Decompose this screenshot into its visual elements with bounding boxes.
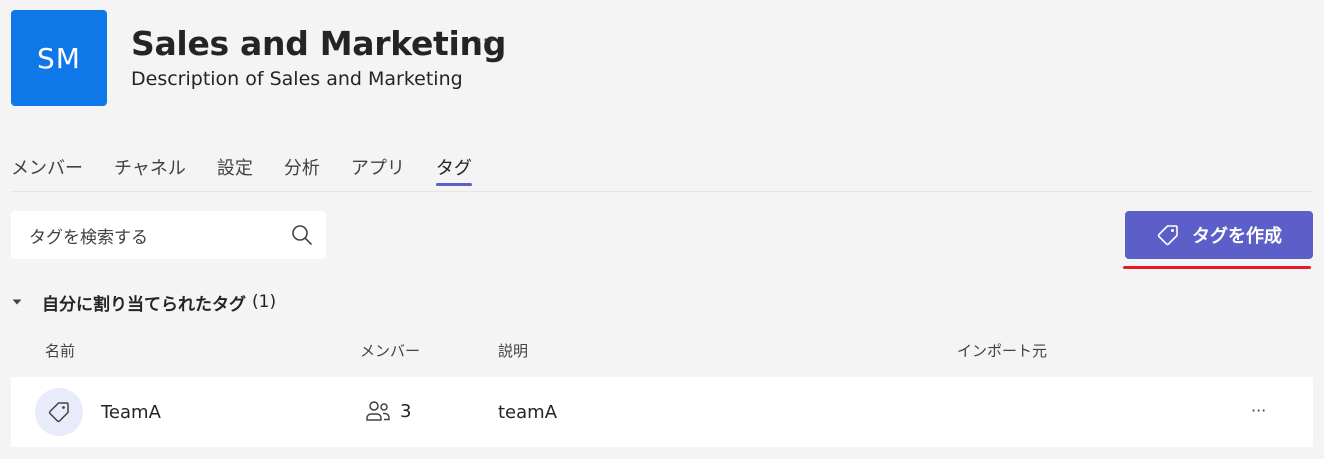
tag-search-input[interactable]: タグを検索する (11, 211, 326, 259)
column-header-name: 名前 (45, 342, 76, 360)
tag-description: teamA (498, 402, 558, 423)
table-row[interactable]: TeamA 3 teamA ··· (11, 377, 1313, 447)
search-placeholder: タグを検索する (29, 227, 148, 248)
team-title: Sales and Marketing (131, 24, 507, 63)
create-tag-label: タグを作成 (1192, 226, 1282, 247)
search-icon[interactable] (290, 223, 314, 247)
create-tag-button[interactable]: タグを作成 (1125, 211, 1313, 259)
column-header-members: メンバー (360, 342, 421, 360)
tab-apps[interactable]: アプリ (351, 155, 405, 187)
tag-avatar (35, 388, 83, 436)
people-icon (366, 401, 390, 421)
section-count: (1) (252, 292, 277, 312)
tab-channels[interactable]: チャネル (114, 155, 186, 187)
tab-bar: メンバー チャネル 設定 分析 アプリ タグ (11, 155, 503, 191)
tab-analytics[interactable]: 分析 (284, 155, 320, 187)
tab-settings[interactable]: 設定 (217, 155, 253, 187)
tab-tags[interactable]: タグ (435, 155, 472, 187)
tag-icon (48, 402, 69, 423)
tag-members[interactable]: 3 (365, 399, 411, 423)
team-description: Description of Sales and Marketing (131, 68, 463, 90)
team-more-options-button[interactable]: ··· (476, 30, 495, 50)
team-avatar: SM (11, 10, 107, 106)
tag-name[interactable]: TeamA (101, 402, 161, 423)
highlight-underline (1123, 266, 1311, 269)
column-header-description: 説明 (498, 342, 529, 360)
tabs-divider (11, 191, 1313, 192)
column-header-import-source: インポート元 (957, 342, 1048, 360)
tag-icon (1157, 225, 1178, 246)
row-more-options-button[interactable]: ··· (1251, 403, 1266, 419)
caret-down-icon (12, 299, 22, 305)
members-count: 3 (400, 400, 412, 422)
assigned-tags-section-toggle[interactable]: 自分に割り当てられたタグ (1) (11, 288, 276, 316)
section-title: 自分に割り当てられたタグ (42, 294, 246, 315)
team-avatar-initials: SM (37, 41, 81, 75)
tab-members[interactable]: メンバー (11, 155, 83, 187)
